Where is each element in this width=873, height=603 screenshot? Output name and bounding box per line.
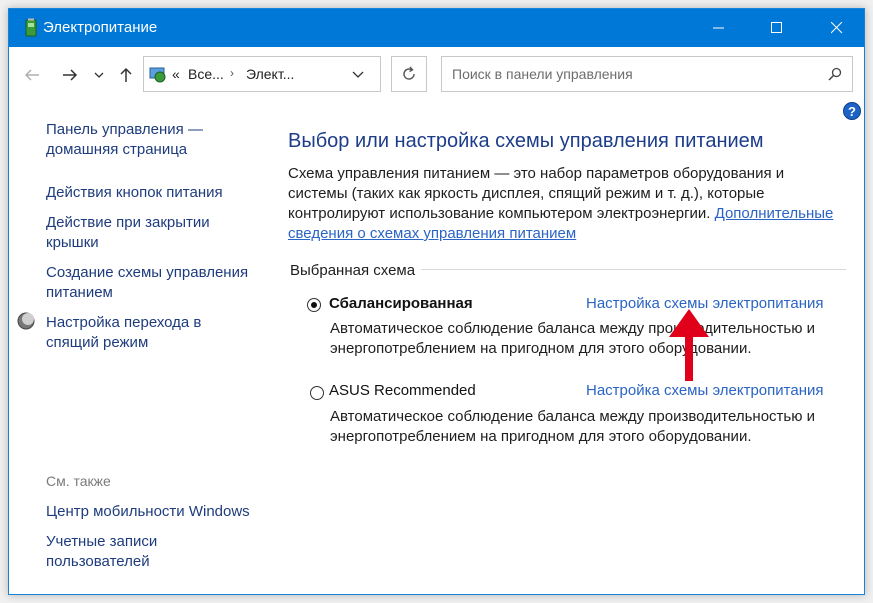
sidebar-link-label: Действие при закрытии bbox=[46, 214, 210, 231]
address-field[interactable]: « Все... › Элект... bbox=[143, 56, 381, 92]
sidebar-link-label: спящий режим bbox=[46, 334, 149, 351]
plan-asus-settings-link[interactable]: Настройка схемы электропитания bbox=[586, 382, 823, 399]
page-description: Схема управления питанием — это набор па… bbox=[288, 164, 858, 244]
sidebar-link-mobility-center[interactable]: Центр мобильности Windows bbox=[46, 502, 250, 522]
sidebar-link-label: Центр мобильности Windows bbox=[46, 503, 250, 520]
plan-description-line: Автоматическое соблюдение баланса между … bbox=[330, 320, 816, 337]
sidebar-link-label: питанием bbox=[46, 284, 113, 301]
back-button[interactable] bbox=[21, 64, 43, 86]
chevron-down-icon[interactable] bbox=[352, 69, 366, 81]
up-button[interactable] bbox=[115, 64, 137, 86]
sidebar-link-home[interactable]: Панель управления — домашняя страница bbox=[46, 120, 203, 160]
title-bar[interactable]: Электропитание bbox=[9, 9, 864, 47]
plan-description-line: энергопотреблением на пригодном для этог… bbox=[330, 340, 752, 357]
more-info-link-continued[interactable]: сведения о схемах управления питанием bbox=[288, 225, 576, 242]
plan-balanced-radio[interactable] bbox=[307, 298, 321, 312]
sidebar-link-sleep[interactable]: Настройка перехода в спящий режим bbox=[46, 313, 201, 353]
description-line: сведения о схемах управления питанием bbox=[288, 224, 858, 244]
description-text: контролируют использование компьютером э… bbox=[288, 205, 711, 222]
arrow-right-icon bbox=[63, 69, 78, 81]
sidebar-link-label: домашняя страница bbox=[46, 141, 188, 158]
sidebar-link-label: Создание схемы управления bbox=[46, 264, 249, 281]
page-title: Выбор или настройка схемы управления пит… bbox=[288, 130, 764, 152]
sidebar-link-label: Действия кнопок питания bbox=[46, 184, 223, 201]
sidebar-link-label: Панель управления — bbox=[46, 121, 203, 138]
arrow-up-icon bbox=[120, 67, 132, 82]
sidebar-link-label: Учетные записи bbox=[46, 533, 158, 550]
sidebar-link-label: пользователей bbox=[46, 553, 150, 570]
breadcrumb-all[interactable]: Все... bbox=[188, 66, 224, 82]
control-panel-icon bbox=[149, 67, 166, 83]
group-divider bbox=[421, 269, 846, 270]
sidebar-link-lid-close[interactable]: Действие при закрытии крышки bbox=[46, 213, 210, 253]
recent-locations-button[interactable] bbox=[91, 64, 107, 86]
maximize-icon bbox=[771, 22, 782, 33]
refresh-button[interactable] bbox=[391, 56, 427, 92]
close-icon bbox=[831, 22, 843, 34]
chevron-down-icon bbox=[94, 72, 104, 78]
description-line: системы (таких как яркость дисплея, спящ… bbox=[288, 185, 765, 202]
power-options-icon bbox=[25, 18, 37, 37]
plan-description-line: энергопотреблением на пригодном для этог… bbox=[330, 428, 752, 445]
plan-description-line: Автоматическое соблюдение баланса между … bbox=[330, 408, 816, 425]
minimize-button[interactable] bbox=[693, 9, 745, 47]
maximize-button[interactable] bbox=[751, 9, 803, 47]
navigation-bar: « Все... › Элект... Поиск в панели управ… bbox=[9, 47, 864, 103]
control-panel-window: Электропитание « Все... › Элект... Поиск… bbox=[8, 8, 865, 595]
sidebar-link-create-plan[interactable]: Создание схемы управления питанием bbox=[46, 263, 248, 303]
see-also-label: См. также bbox=[46, 473, 111, 489]
plan-balanced-description: Автоматическое соблюдение баланса между … bbox=[330, 319, 850, 359]
search-placeholder: Поиск в панели управления bbox=[452, 66, 633, 82]
more-info-link[interactable]: Дополнительные bbox=[715, 205, 834, 222]
breadcrumb-power[interactable]: Элект... bbox=[246, 66, 294, 82]
refresh-icon bbox=[403, 66, 415, 80]
forward-button[interactable] bbox=[59, 64, 81, 86]
description-line: Схема управления питанием — это набор па… bbox=[288, 165, 785, 182]
search-icon[interactable] bbox=[828, 67, 842, 81]
plan-asus-name[interactable]: ASUS Recommended bbox=[329, 382, 476, 399]
help-icon[interactable]: ? bbox=[843, 102, 861, 120]
plan-balanced-name[interactable]: Сбалансированная bbox=[329, 295, 473, 312]
description-line: контролируют использование компьютером э… bbox=[288, 204, 858, 224]
window-title: Электропитание bbox=[43, 19, 158, 36]
sidebar-link-label: крышки bbox=[46, 234, 99, 251]
selected-plan-group-label: Выбранная схема bbox=[290, 262, 416, 279]
close-button[interactable] bbox=[811, 9, 863, 47]
plan-asus-description: Автоматическое соблюдение баланса между … bbox=[330, 407, 850, 447]
annotation-arrow-icon bbox=[669, 309, 709, 381]
search-input[interactable]: Поиск в панели управления bbox=[441, 56, 853, 92]
minimize-icon bbox=[713, 27, 724, 29]
sidebar-link-user-accounts[interactable]: Учетные записи пользователей bbox=[46, 532, 157, 572]
address-prefix: « bbox=[172, 66, 180, 82]
plan-asus-radio[interactable] bbox=[310, 386, 324, 400]
arrow-left-icon bbox=[24, 69, 39, 81]
breadcrumb-separator-icon[interactable]: › bbox=[230, 66, 234, 80]
sleep-moon-icon bbox=[17, 312, 35, 330]
sidebar-link-power-buttons[interactable]: Действия кнопок питания bbox=[46, 183, 223, 203]
sidebar-link-label: Настройка перехода в bbox=[46, 314, 202, 331]
